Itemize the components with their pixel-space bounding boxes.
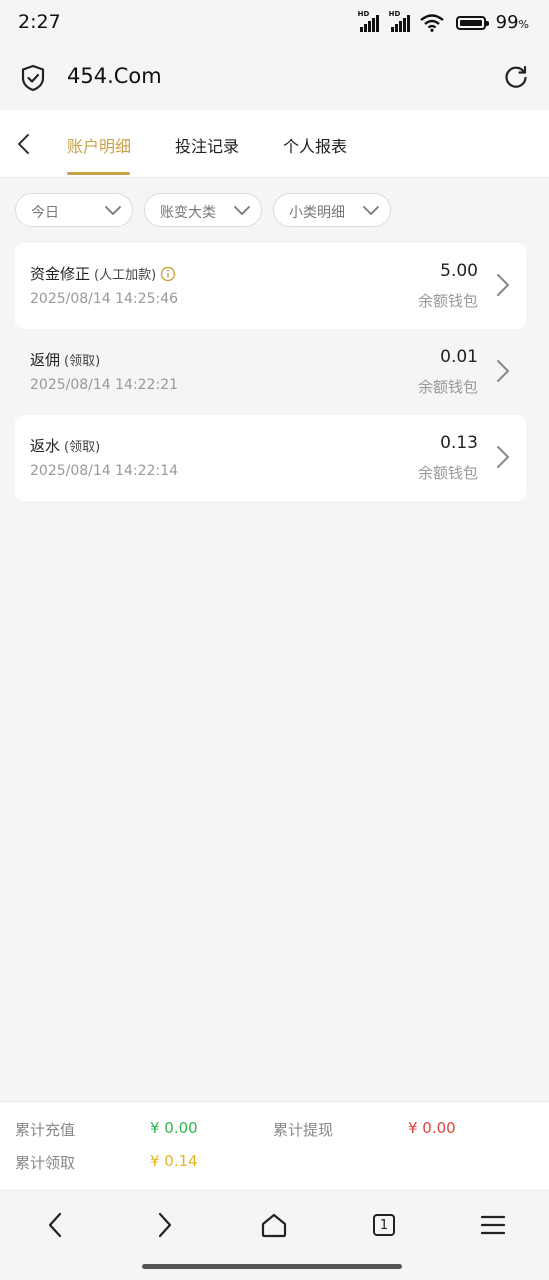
category-filter-dropdown[interactable]: 账变大类 [144, 193, 262, 227]
record-wallet: 余额钱包 [417, 464, 478, 482]
record-amount: 0.13 [440, 433, 478, 453]
total-recharge-value: ¥ 0.00 [150, 1119, 198, 1137]
filter-bar: 今日 账变大类 小类明细 [15, 193, 391, 227]
record-date: 2025/08/14 14:22:21 [30, 377, 179, 393]
tab-personal-report[interactable]: 个人报表 [283, 133, 347, 157]
home-icon[interactable] [258, 1209, 290, 1241]
cell-signal-icon: HD [358, 10, 379, 32]
menu-icon[interactable] [477, 1209, 509, 1241]
cell-signal-icon-2: HD [389, 10, 410, 32]
total-withdraw-label: 累计提现 [273, 1121, 334, 1139]
subcategory-filter-dropdown[interactable]: 小类明细 [273, 193, 391, 227]
record-item[interactable]: 返佣 (领取) 2025/08/14 14:22:21 0.01 余额钱包 [15, 329, 526, 415]
total-recharge-label: 累计充值 [15, 1121, 76, 1139]
record-subtype: (领取) [64, 440, 101, 455]
record-amount: 0.01 [440, 347, 478, 367]
nav-forward-icon[interactable] [149, 1209, 181, 1241]
total-claim-value: ¥ 0.14 [150, 1152, 198, 1170]
tab-account-details[interactable]: 账户明细 [67, 133, 131, 157]
page-tabs: 账户明细 投注记录 个人报表 [0, 110, 549, 178]
record-item[interactable]: 返水 (领取) 2025/08/14 14:22:14 0.13 余额钱包 [15, 415, 526, 501]
home-indicator[interactable] [142, 1264, 402, 1269]
record-amount: 5.00 [440, 261, 478, 281]
tab-bet-records[interactable]: 投注记录 [175, 133, 239, 157]
system-icons: HD HD 99% [358, 10, 529, 34]
chevron-right-icon [497, 446, 509, 468]
nav-back-icon[interactable] [39, 1209, 71, 1241]
active-tab-indicator [67, 172, 130, 175]
tabs-count-icon[interactable]: 1 [368, 1209, 400, 1241]
chevron-down-icon [363, 206, 379, 216]
status-bar: 2:27 HD HD 99% [0, 0, 549, 48]
shield-icon[interactable] [20, 64, 46, 92]
record-title: 资金修正 [30, 265, 91, 283]
record-wallet: 余额钱包 [417, 292, 478, 310]
record-date: 2025/08/14 14:22:14 [30, 463, 179, 479]
record-subtype: (领取) [64, 354, 101, 369]
record-title: 返水 [30, 437, 61, 455]
reload-icon[interactable] [503, 64, 529, 90]
record-title: 返佣 [30, 351, 61, 369]
date-filter-dropdown[interactable]: 今日 [15, 193, 133, 227]
battery-percent: 99% [495, 12, 529, 33]
url-text[interactable]: 454.Com [67, 64, 162, 88]
total-claim-label: 累计领取 [15, 1154, 76, 1172]
clock: 2:27 [18, 11, 61, 33]
browser-address-bar: 454.Com [0, 48, 549, 110]
total-withdraw-value: ¥ 0.00 [408, 1119, 456, 1137]
record-wallet: 余额钱包 [417, 378, 478, 396]
chevron-right-icon [497, 360, 509, 382]
summary-panel: 累计充值 ¥ 0.00 累计提现 ¥ 0.00 累计领取 ¥ 0.14 [0, 1101, 549, 1190]
chevron-down-icon [234, 206, 250, 216]
chevron-right-icon [497, 274, 509, 296]
wifi-icon [419, 13, 444, 32]
battery-icon [455, 15, 489, 30]
back-arrow-icon[interactable] [14, 132, 34, 156]
info-icon[interactable] [160, 266, 176, 286]
record-subtype: (人工加款) [94, 268, 157, 283]
record-date: 2025/08/14 14:25:46 [30, 291, 179, 307]
chevron-down-icon [105, 206, 121, 216]
record-item[interactable]: 资金修正 (人工加款) 2025/08/14 14:25:46 5.00 余额钱包 [15, 243, 526, 329]
